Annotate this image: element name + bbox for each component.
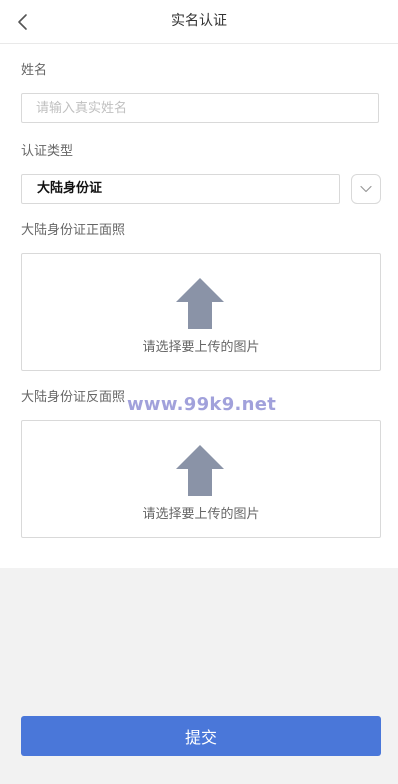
submit-button[interactable]: 提交 [21, 716, 381, 756]
page-title: 实名认证 [171, 13, 227, 29]
chevron-left-icon [18, 14, 27, 30]
name-input[interactable] [21, 93, 379, 123]
id-type-label: 认证类型 [21, 144, 74, 159]
upload-arrow-icon [176, 278, 224, 329]
front-photo-label: 大陆身份证正面照 [21, 223, 126, 238]
back-button[interactable] [12, 12, 32, 32]
back-photo-label: 大陆身份证反面照 [21, 390, 126, 405]
back-photo-upload-text: 请选择要上传的图片 [142, 507, 260, 522]
upload-arrow-icon [176, 445, 224, 496]
id-type-dropdown-button[interactable] [351, 174, 381, 204]
front-photo-upload-text: 请选择要上传的图片 [142, 340, 260, 355]
form-card: 实名认证 姓名 认证类型 大陆身份证 大陆身份证正面照 请选择要上传的图片 [0, 0, 398, 568]
id-type-select[interactable]: 大陆身份证 [21, 174, 340, 204]
front-photo-upload[interactable]: 请选择要上传的图片 [21, 253, 381, 371]
watermark: www.99k9.net [127, 394, 277, 415]
page: 实名认证 姓名 认证类型 大陆身份证 大陆身份证正面照 请选择要上传的图片 [0, 0, 398, 784]
back-photo-upload[interactable]: 请选择要上传的图片 [21, 420, 381, 538]
chevron-down-icon [360, 185, 372, 193]
header-bar: 实名认证 [0, 0, 398, 44]
name-label: 姓名 [21, 63, 48, 78]
